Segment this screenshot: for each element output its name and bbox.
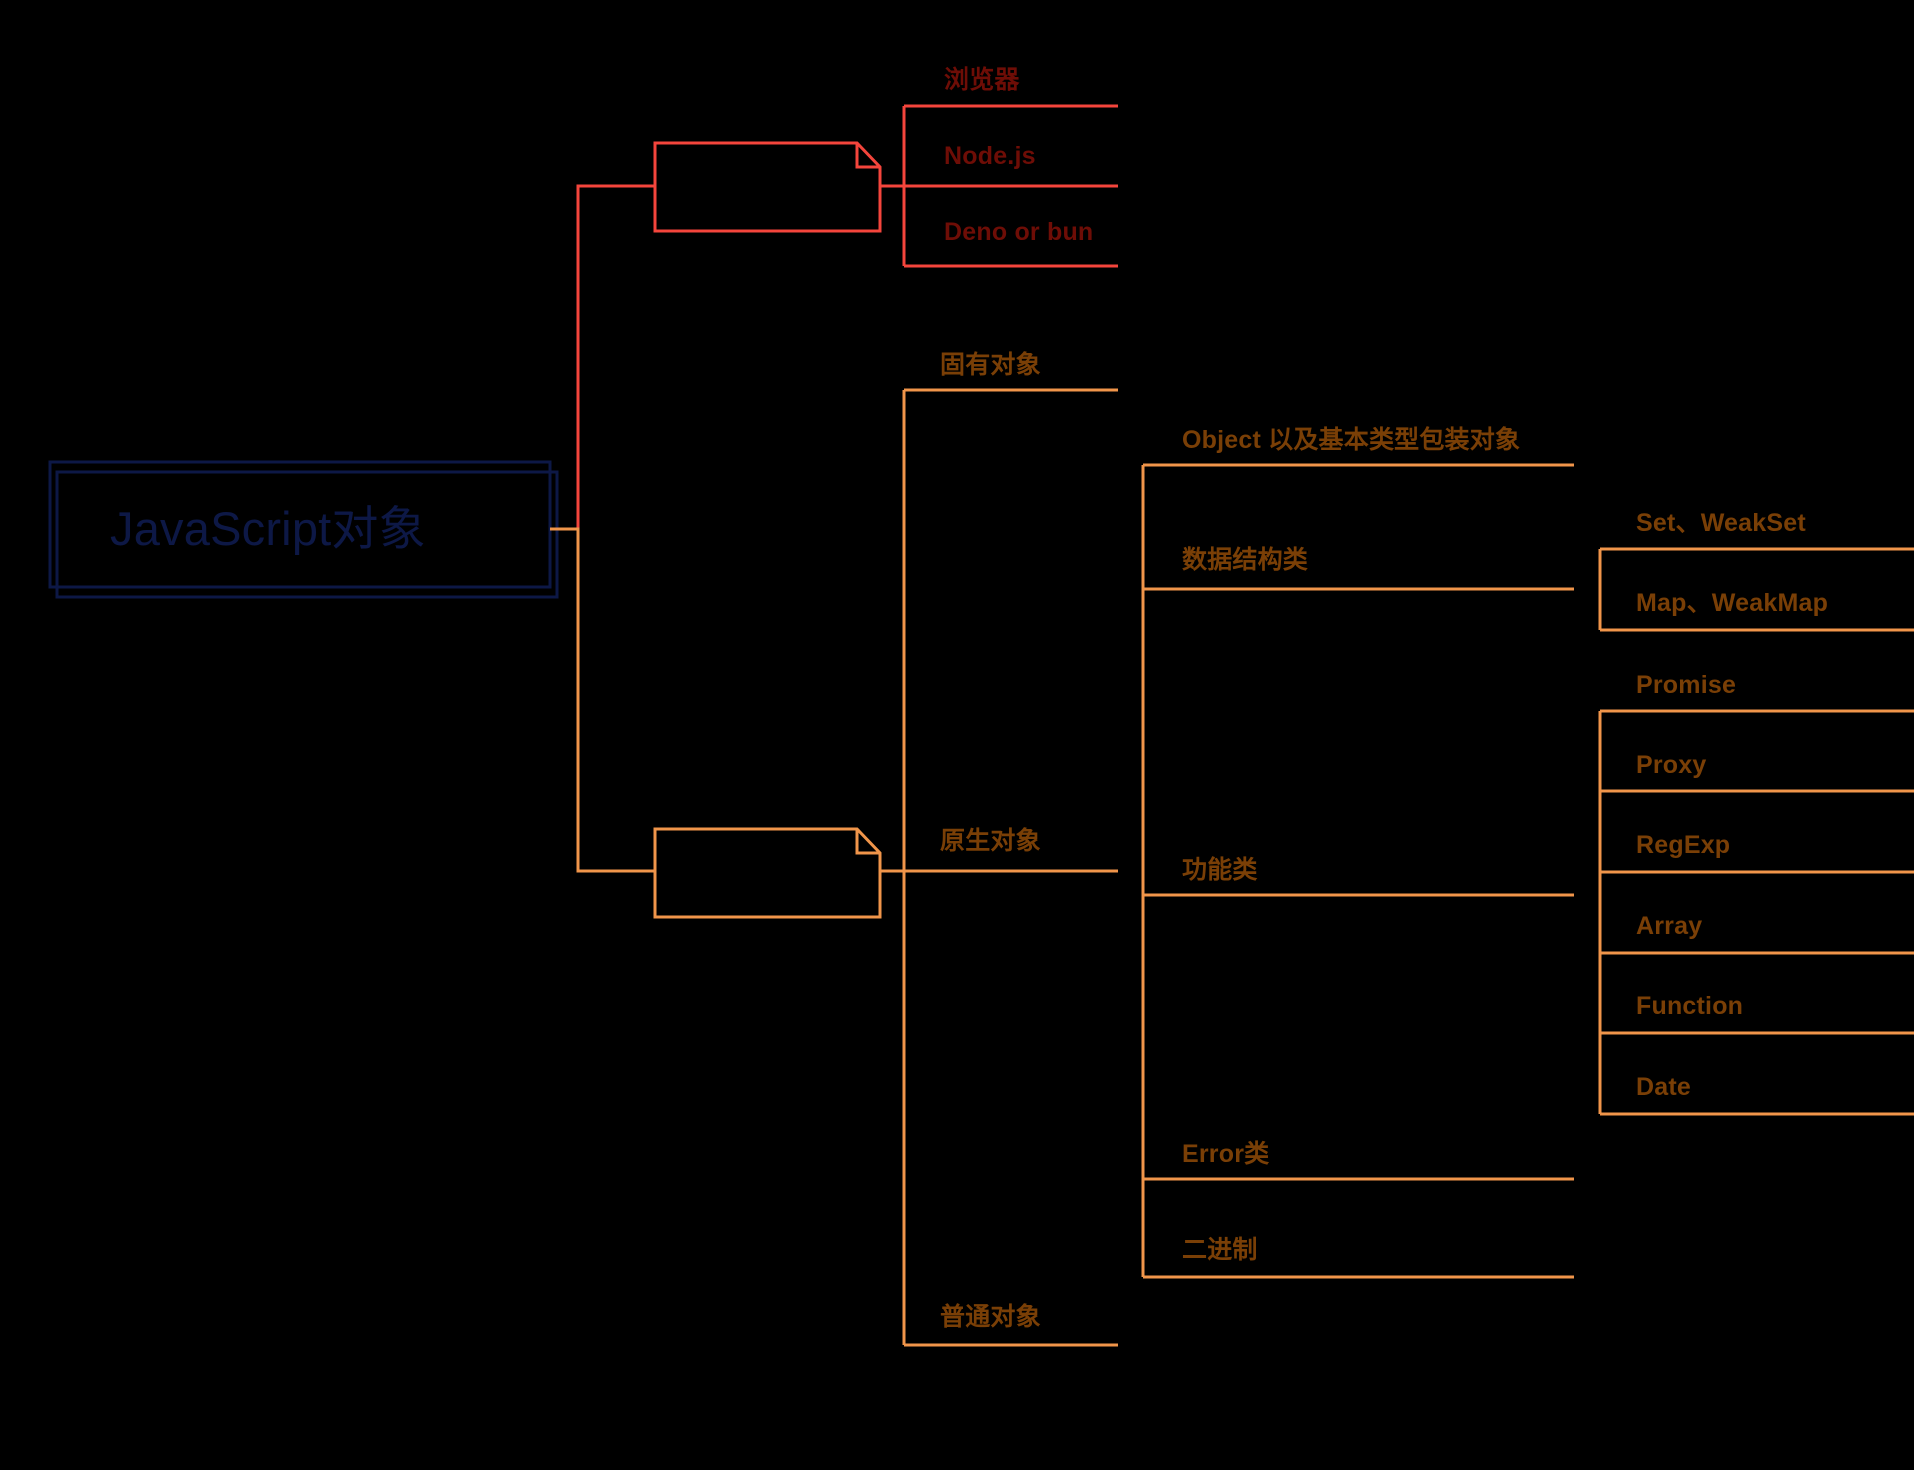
node-deno-label[interactable]: Deno or bun: [944, 220, 1093, 245]
node-array-label[interactable]: Array: [1636, 914, 1702, 939]
node-regexp-label[interactable]: RegExp: [1636, 833, 1730, 858]
root-spine: [550, 184, 655, 873]
node-date-label[interactable]: Date: [1636, 1075, 1691, 1100]
node-binary-label[interactable]: 二进制: [1182, 1238, 1258, 1263]
node-error-label[interactable]: Error类: [1182, 1142, 1269, 1167]
node-promise-label[interactable]: Promise: [1636, 673, 1736, 698]
node-set-weakset-label[interactable]: Set、WeakSet: [1636, 511, 1806, 536]
node-map-weakmap-label[interactable]: Map、WeakMap: [1636, 591, 1828, 616]
node-object-wrapper-label[interactable]: Object 以及基本类型包装对象: [1182, 428, 1520, 453]
node-proxy-label[interactable]: Proxy: [1636, 753, 1706, 778]
node-browser-label[interactable]: 浏览器: [944, 68, 1020, 93]
node-functional-label[interactable]: 功能类: [1182, 858, 1258, 883]
node-ordinary-object-label[interactable]: 普通对象: [940, 1305, 1041, 1330]
node-nodejs-label[interactable]: Node.js: [944, 144, 1036, 169]
node-data-structure-label[interactable]: 数据结构类: [1182, 548, 1308, 573]
native-branch-connectors: [653, 388, 1118, 1347]
node-native-object-label: 原生对象: [940, 827, 1041, 855]
node-function-label[interactable]: Function: [1636, 994, 1743, 1019]
node-intrinsic-object-label[interactable]: 固有对象: [940, 353, 1041, 378]
root-node-label: JavaScript对象: [110, 502, 426, 555]
mindmap-canvas: JavaScript对象 浏览器 Node.js Deno or bun 固有对…: [0, 0, 1914, 1470]
